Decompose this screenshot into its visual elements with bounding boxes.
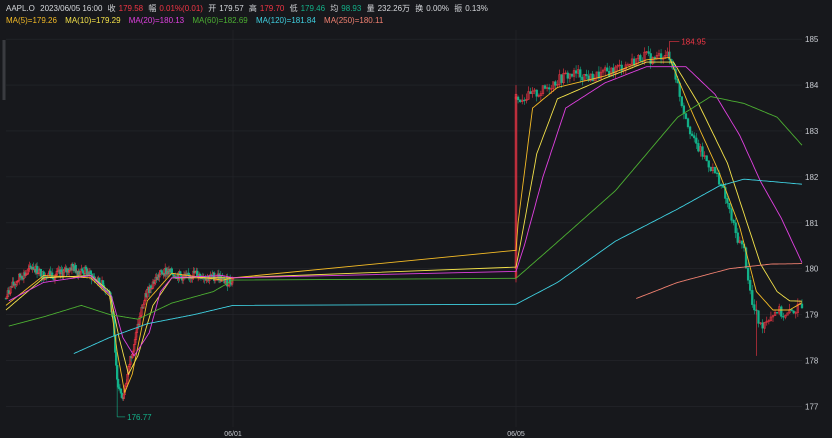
y-tick-label: 179 bbox=[805, 311, 819, 320]
candle-body bbox=[115, 365, 119, 380]
candle-body bbox=[39, 268, 43, 277]
candle-body bbox=[701, 146, 704, 157]
candle-body bbox=[581, 76, 584, 81]
candle-body bbox=[715, 172, 719, 174]
candle-body bbox=[761, 322, 764, 329]
candle-body bbox=[560, 74, 563, 83]
candle-body bbox=[746, 267, 750, 281]
ma120-line bbox=[73, 178, 803, 355]
candle-body bbox=[751, 290, 754, 305]
candle-body bbox=[198, 273, 202, 277]
candle-body bbox=[518, 99, 522, 103]
candle-body bbox=[695, 137, 698, 144]
candle-body bbox=[101, 280, 105, 286]
candle-body bbox=[684, 113, 688, 119]
candle-body bbox=[149, 285, 153, 289]
candle-body bbox=[120, 392, 124, 398]
high-label: 184.95 bbox=[681, 37, 706, 46]
y-tick-label: 185 bbox=[805, 35, 819, 44]
y-tick-label: 184 bbox=[805, 81, 819, 90]
candle-body bbox=[116, 379, 120, 388]
candle-body bbox=[548, 87, 551, 90]
candle-body bbox=[707, 160, 710, 168]
candle-body bbox=[734, 222, 737, 234]
candle-body bbox=[730, 208, 733, 221]
candle-body bbox=[680, 96, 683, 106]
candle-body bbox=[693, 135, 696, 139]
candle-body bbox=[35, 265, 39, 274]
candle-body bbox=[81, 268, 84, 271]
candle-body bbox=[535, 89, 538, 97]
candle-body bbox=[529, 91, 532, 94]
candle-body bbox=[732, 219, 735, 224]
candle-body bbox=[740, 240, 744, 245]
candle-body bbox=[709, 166, 712, 171]
candle-body bbox=[566, 72, 569, 79]
candle-body bbox=[686, 118, 690, 128]
candle-body bbox=[726, 198, 729, 204]
candle-body bbox=[570, 73, 574, 77]
candle-body bbox=[89, 270, 92, 274]
candle-body bbox=[647, 51, 650, 54]
y-tick-label: 178 bbox=[805, 356, 819, 365]
candle-body bbox=[82, 270, 85, 274]
x-tick-label: 06/05 bbox=[507, 431, 525, 438]
candle-body bbox=[84, 266, 88, 270]
candle-body bbox=[780, 306, 783, 317]
y-tick-label: 180 bbox=[805, 265, 819, 274]
candle-body bbox=[688, 126, 692, 135]
candle-body bbox=[606, 67, 609, 72]
candle-body bbox=[585, 74, 588, 77]
candlestick-chart[interactable]: 177 178 179 180 181 182 183 184 185 06/01 06/05 184… bbox=[0, 0, 832, 438]
candle-body bbox=[543, 85, 547, 89]
candle-body bbox=[574, 70, 578, 74]
y-tick-label: 183 bbox=[805, 127, 819, 136]
low-label: 176.77 bbox=[127, 413, 152, 422]
y-tick-label: 181 bbox=[805, 219, 819, 228]
candle-body bbox=[728, 202, 731, 210]
candle-body bbox=[782, 316, 785, 318]
candle-body bbox=[790, 309, 793, 312]
candle-body bbox=[115, 352, 118, 366]
candle-body bbox=[516, 96, 520, 101]
candle-body bbox=[757, 310, 760, 324]
candle-body bbox=[579, 69, 582, 78]
candle-body bbox=[119, 388, 123, 394]
candle-body bbox=[697, 143, 700, 152]
candle-body bbox=[653, 56, 657, 59]
candle-body bbox=[591, 73, 594, 82]
ma10-line bbox=[5, 61, 802, 376]
candle-body bbox=[749, 279, 752, 291]
candle-body bbox=[639, 55, 642, 62]
candle-body bbox=[20, 276, 24, 279]
x-tick-label: 06/01 bbox=[224, 431, 242, 438]
candle-body bbox=[775, 312, 779, 314]
candle-body bbox=[705, 155, 708, 161]
candle-body bbox=[753, 304, 756, 311]
candle-body bbox=[554, 81, 557, 86]
candle-body bbox=[523, 99, 526, 102]
candle-body bbox=[60, 269, 63, 272]
candle-body bbox=[736, 232, 739, 243]
y-tick-label: 177 bbox=[805, 402, 819, 411]
candle-body bbox=[71, 263, 75, 267]
y-tick-label: 182 bbox=[805, 173, 819, 182]
candle-body bbox=[792, 310, 795, 314]
candle-body bbox=[800, 303, 804, 309]
candle-body bbox=[691, 133, 694, 136]
candle-body bbox=[713, 166, 717, 174]
